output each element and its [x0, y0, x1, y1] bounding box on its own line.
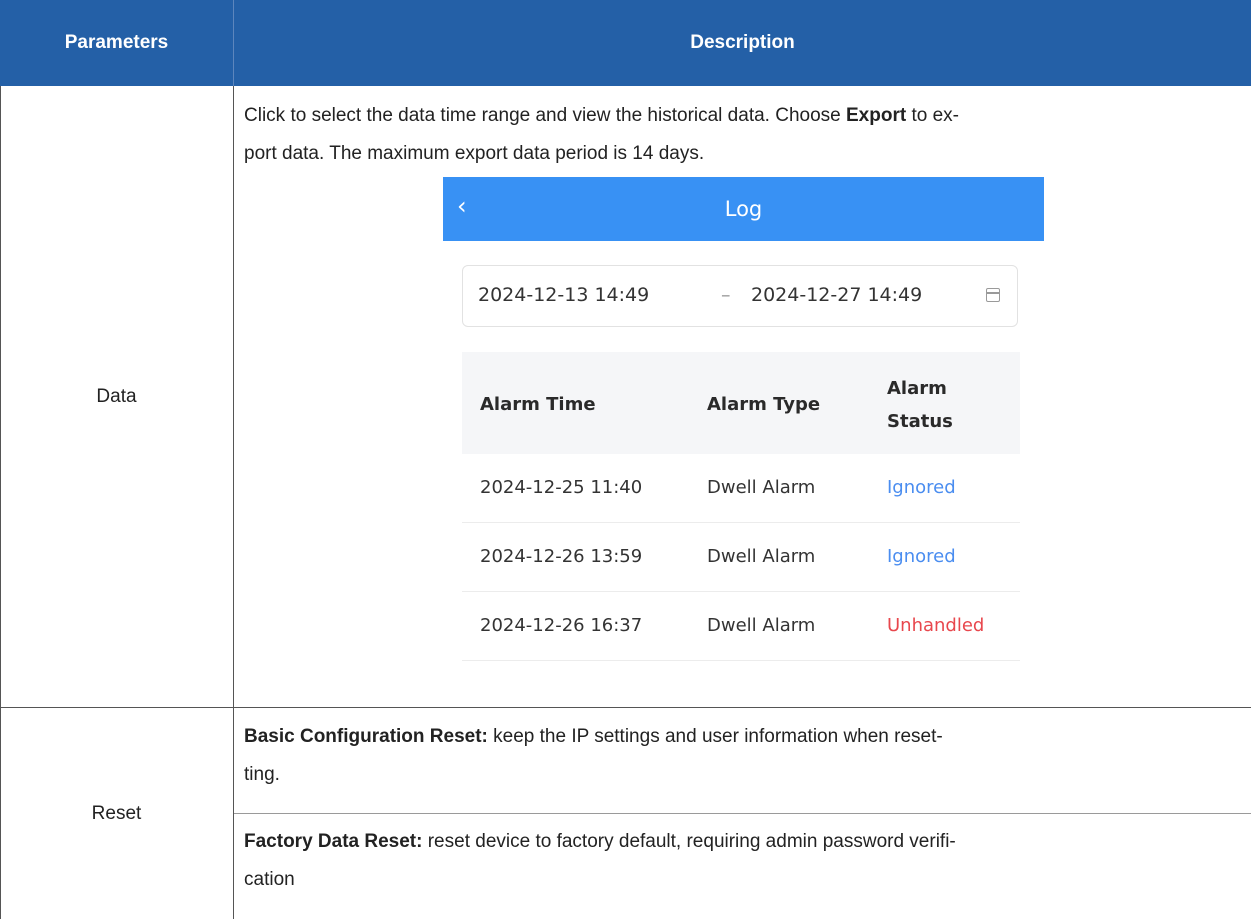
app-header-bar: Log ‹: [443, 177, 1044, 241]
col-alarm-type: Alarm Type: [707, 394, 821, 415]
alarm-time: 2024-12-26 16:37: [480, 615, 643, 636]
alarm-type: Dwell Alarm: [707, 615, 816, 636]
alarm-type: Dwell Alarm: [707, 477, 816, 498]
reset-factory-description: Factory Data Reset: reset device to fact…: [244, 831, 956, 890]
alarm-time: 2024-12-26 13:59: [480, 546, 643, 567]
date-range-picker[interactable]: 2024-12-13 14:49 – 2024-12-27 14:49: [462, 265, 1018, 327]
date-end[interactable]: 2024-12-27 14:49: [751, 284, 922, 306]
column-divider: [233, 86, 234, 919]
param-data: Data: [0, 86, 233, 707]
data-description-line2: port data. The maximum export data perio…: [244, 143, 705, 164]
app-title: Log: [724, 197, 763, 221]
date-separator: –: [721, 284, 731, 306]
col-alarm-status-line1: Alarm: [887, 378, 947, 399]
export-keyword: Export: [846, 105, 907, 126]
table-row[interactable]: 2024-12-26 13:59 Dwell Alarm Ignored: [462, 523, 1020, 592]
col-alarm-time: Alarm Time: [480, 394, 596, 415]
data-description: Click to select the data time range and …: [244, 97, 1234, 173]
param-reset: Reset: [0, 708, 233, 919]
alarm-status: Unhandled: [887, 615, 985, 636]
calendar-icon[interactable]: [986, 288, 1000, 302]
header-description: Description: [234, 0, 1251, 86]
alarm-type: Dwell Alarm: [707, 546, 816, 567]
header-parameters: Parameters: [0, 0, 233, 86]
parameters-table: Parameters Description Data Click to sel…: [0, 0, 1251, 919]
table-row[interactable]: 2024-12-26 16:37 Dwell Alarm Unhandled: [462, 592, 1020, 661]
alarm-log-header: Alarm Time Alarm Type Alarm Status: [462, 352, 1020, 454]
alarm-time: 2024-12-25 11:40: [480, 477, 643, 498]
table-row[interactable]: 2024-12-25 11:40 Dwell Alarm Ignored: [462, 454, 1020, 523]
data-description-line1: Click to select the data time range and …: [244, 105, 959, 126]
chevron-left-icon[interactable]: ‹: [457, 191, 477, 221]
param-reset-label: Reset: [91, 802, 142, 824]
date-start[interactable]: 2024-12-13 14:49: [478, 284, 649, 306]
reset-basic-description: Basic Configuration Reset: keep the IP s…: [244, 726, 943, 785]
factory-reset-term: Factory Data Reset:: [244, 831, 423, 852]
subrow-divider: [234, 813, 1251, 814]
basic-reset-term: Basic Configuration Reset:: [244, 726, 488, 747]
param-data-label: Data: [96, 385, 137, 407]
alarm-status: Ignored: [887, 477, 956, 498]
col-alarm-status-line2: Status: [887, 411, 953, 432]
alarm-status: Ignored: [887, 546, 956, 567]
